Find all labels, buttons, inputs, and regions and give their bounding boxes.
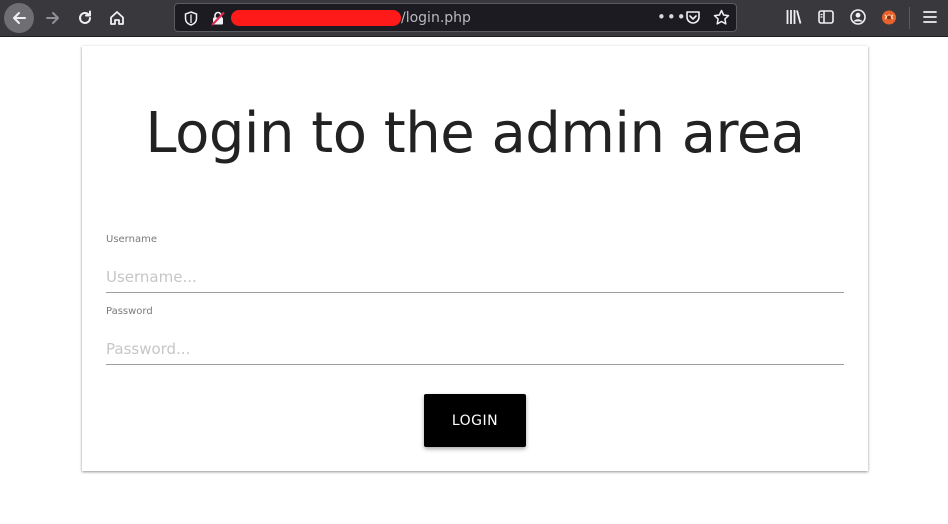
reload-button[interactable] xyxy=(70,4,100,32)
page-actions-icon[interactable]: ••• xyxy=(657,8,687,26)
shield-icon[interactable] xyxy=(184,11,198,31)
toolbar-divider xyxy=(909,7,910,29)
page-title: Login to the admin area xyxy=(145,101,805,166)
home-button[interactable] xyxy=(102,4,132,32)
password-input[interactable] xyxy=(106,334,844,365)
sidebar-icon[interactable] xyxy=(817,8,835,31)
login-card: Login to the admin area Username Passwor… xyxy=(82,46,868,471)
home-icon xyxy=(108,9,126,27)
url-bar[interactable]: /login.php ••• xyxy=(174,3,737,32)
login-button[interactable]: LOGIN xyxy=(424,394,526,447)
back-arrow-icon xyxy=(10,9,28,27)
password-label: Password xyxy=(106,306,153,317)
hamburger-menu-icon[interactable] xyxy=(922,8,938,31)
forward-button[interactable] xyxy=(38,4,68,32)
username-label: Username xyxy=(106,234,157,245)
extension-icon[interactable] xyxy=(880,8,898,31)
insecure-lock-icon[interactable] xyxy=(211,11,225,31)
library-icon[interactable] xyxy=(785,8,803,31)
pocket-icon[interactable] xyxy=(685,10,701,30)
url-text[interactable]: /login.php xyxy=(401,10,471,26)
browser-toolbar: /login.php ••• xyxy=(0,0,948,37)
redacted-hostname xyxy=(231,10,401,26)
account-icon[interactable] xyxy=(849,8,867,31)
reload-icon xyxy=(76,9,94,27)
back-button[interactable] xyxy=(4,3,34,33)
username-input[interactable] xyxy=(106,262,844,293)
bookmark-star-icon[interactable] xyxy=(713,9,730,31)
forward-arrow-icon xyxy=(44,9,62,27)
